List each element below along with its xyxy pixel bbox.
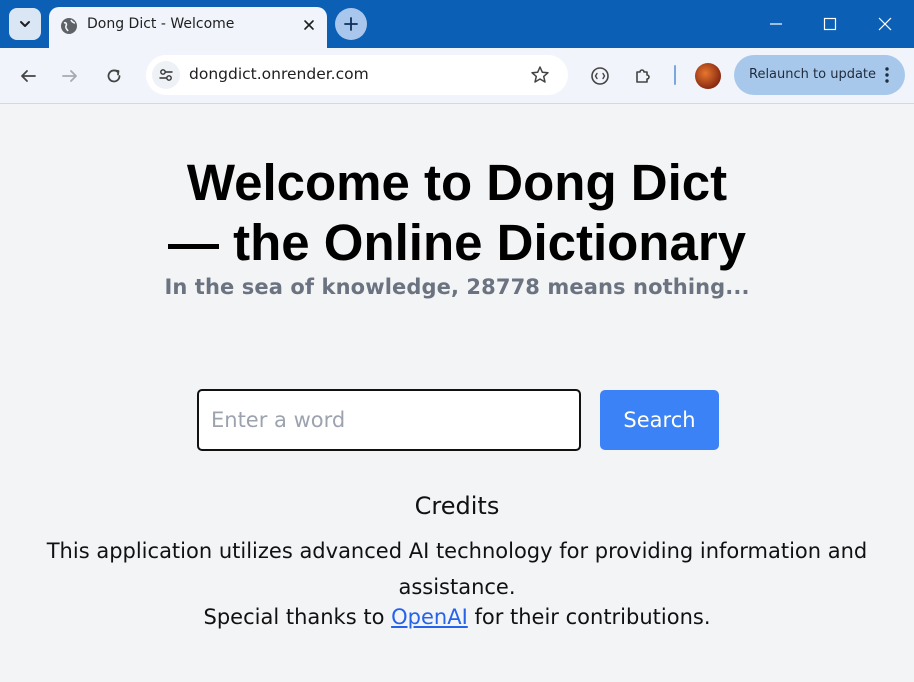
close-icon	[878, 17, 892, 31]
forward-button[interactable]	[56, 62, 84, 90]
profile-avatar[interactable]	[695, 63, 721, 89]
openai-link[interactable]: OpenAI	[391, 605, 468, 629]
maximize-icon	[823, 17, 837, 31]
arrow-left-icon	[21, 70, 36, 82]
minimize-button[interactable]	[749, 0, 803, 48]
media-button[interactable]	[586, 62, 614, 90]
address-bar[interactable]: dongdict.onrender.com	[146, 55, 568, 95]
site-info-button[interactable]	[152, 61, 180, 89]
bookmark-button[interactable]	[526, 61, 554, 89]
title-line-1: Welcome to Dong Dict	[186, 154, 728, 211]
tab-close-button[interactable]	[299, 15, 319, 35]
thanks-prefix: Special thanks to	[203, 605, 385, 629]
puzzle-icon	[636, 69, 650, 83]
plus-icon	[344, 17, 358, 31]
page-title: Welcome to Dong Dict — the Online Dictio…	[0, 153, 914, 273]
reload-button[interactable]	[100, 62, 128, 90]
browser-toolbar: dongdict.onrender.com Relaunch to update	[0, 48, 914, 104]
active-tab[interactable]: Dong Dict - Welcome	[49, 7, 327, 48]
arrow-right-icon	[62, 70, 77, 82]
url-text[interactable]: dongdict.onrender.com	[189, 65, 369, 83]
credits-heading: Credits	[414, 492, 500, 520]
reload-icon	[107, 69, 121, 83]
toolbar-divider	[674, 65, 676, 85]
tab-title: Dong Dict - Welcome	[87, 16, 235, 32]
more-vert-icon	[885, 67, 889, 83]
close-icon	[304, 20, 314, 30]
tab-strip: Dong Dict - Welcome	[0, 0, 914, 48]
globe-icon	[61, 18, 77, 34]
word-search-input[interactable]	[197, 389, 581, 451]
extensions-button[interactable]	[629, 62, 657, 90]
browser-menu-button[interactable]	[879, 65, 895, 85]
back-button[interactable]	[14, 62, 42, 90]
window-close-button[interactable]	[858, 0, 912, 48]
chevron-down-icon	[20, 21, 30, 27]
relaunch-label: Relaunch to update	[749, 67, 877, 82]
credits-text: This application utilizes advanced AI te…	[46, 539, 868, 599]
tune-icon	[159, 69, 173, 81]
search-button[interactable]: Search	[600, 390, 719, 450]
star-icon	[531, 66, 549, 83]
relaunch-button[interactable]: Relaunch to update	[734, 55, 905, 95]
minimize-icon	[770, 23, 782, 25]
maximize-button[interactable]	[803, 0, 857, 48]
tab-search-button[interactable]	[9, 8, 41, 40]
title-line-2: — the Online Dictionary	[167, 214, 747, 271]
cast-icon	[591, 67, 609, 85]
new-tab-button[interactable]	[335, 8, 367, 40]
credits-thanks: Special thanks to OpenAI for their contr…	[0, 605, 914, 629]
page-subtitle: In the sea of knowledge, 28778 means not…	[164, 275, 750, 299]
page-content: Welcome to Dong Dict — the Online Dictio…	[0, 105, 914, 682]
thanks-suffix: for their contributions.	[474, 605, 711, 629]
